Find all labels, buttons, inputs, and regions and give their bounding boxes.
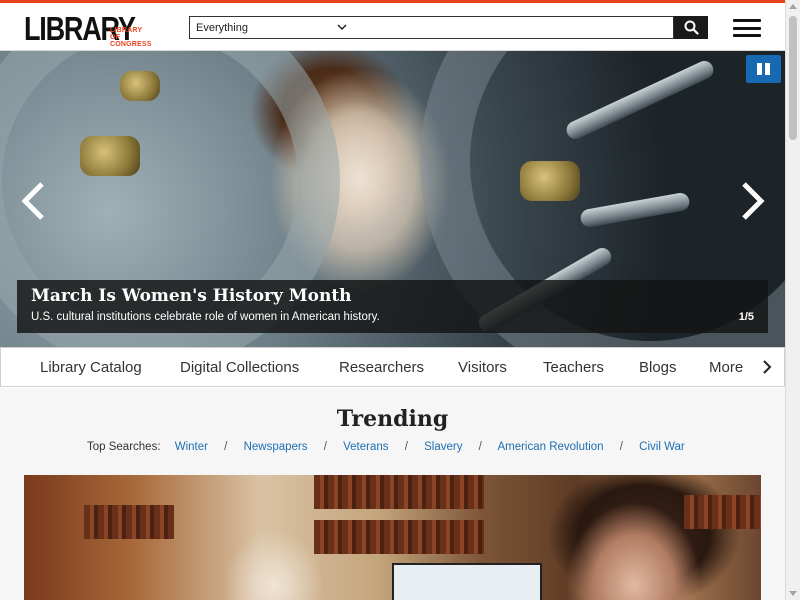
carousel-slide-title[interactable]: March Is Women's History Month [31,286,352,306]
nav-item-visitors[interactable]: Visitors [458,359,507,376]
nav-item-more[interactable]: More [709,359,743,376]
search-button[interactable] [674,16,708,39]
hero-image-detail [80,136,140,176]
image-detail [84,505,174,539]
image-detail [314,520,484,554]
top-search-link[interactable]: Newspapers [244,441,308,453]
logo-subtitle: LIBRARY OF CONGRESS [110,27,159,48]
top-search-link[interactable]: Slavery [424,441,462,453]
pause-bar [765,63,770,75]
hero-image-detail [520,161,580,201]
top-search-link[interactable]: Civil War [639,441,685,453]
pause-icon [757,63,762,75]
separator: / [404,441,408,453]
trending-section: Trending Top Searches: Winter / Newspape… [0,388,785,600]
scrollbar-thumb[interactable] [789,16,797,140]
image-detail [684,495,761,529]
logo-subtitle-line2: OF CONGRESS [110,34,152,48]
top-search-link[interactable]: Winter [175,441,208,453]
trending-feature-image[interactable] [24,475,761,600]
carousel-slide-counter: 1/5 [738,311,754,323]
top-search-link[interactable]: Veterans [343,441,388,453]
carousel-caption[interactable]: March Is Women's History Month U.S. cult… [17,280,768,333]
main-navigation: Library Catalog Digital Collections Rese… [0,347,785,387]
top-searches-label: Top Searches: [87,441,161,453]
separator: / [323,441,327,453]
top-searches: Top Searches: Winter / Newspapers / Vete… [87,441,685,453]
top-search-link[interactable]: American Revolution [497,441,603,453]
chevron-down-icon [337,24,347,31]
image-detail [314,475,484,509]
hamburger-line [733,26,761,30]
main-menu-button[interactable] [733,17,761,39]
carousel-prev-button[interactable] [18,181,48,221]
separator: / [619,441,623,453]
search-input[interactable] [353,16,674,39]
scroll-up-arrow-icon[interactable] [789,4,797,9]
site-header: LIBRARY LIBRARY OF CONGRESS Everything [0,3,785,51]
search-scope-select[interactable]: Everything [189,16,354,39]
logo-subtitle-line1: LIBRARY [110,27,143,34]
nav-item-researchers[interactable]: Researchers [339,359,424,376]
section-title: Trending [336,406,449,432]
hamburger-line [733,34,761,37]
search-icon [684,20,699,35]
hero-image-detail [120,71,160,101]
hero-carousel: March Is Women's History Month U.S. cult… [0,51,785,347]
hamburger-menu-icon [733,19,761,22]
separator: / [478,441,482,453]
carousel-slide-description: U.S. cultural institutions celebrate rol… [31,311,380,323]
separator: / [224,441,228,453]
image-detail [392,563,542,600]
carousel-pause-button[interactable] [746,55,781,83]
nav-item-teachers[interactable]: Teachers [543,359,604,376]
scroll-down-arrow-icon[interactable] [789,591,797,596]
nav-scroll-right-button[interactable] [761,360,773,374]
nav-item-blogs[interactable]: Blogs [639,359,677,376]
nav-item-library-catalog[interactable]: Library Catalog [40,359,142,376]
carousel-next-button[interactable] [738,181,768,221]
search-scope-value: Everything [196,21,248,34]
library-logo[interactable]: LIBRARY LIBRARY OF CONGRESS [24,11,159,49]
nav-item-digital-collections[interactable]: Digital Collections [180,359,299,376]
page-scrollbar[interactable] [785,0,800,600]
